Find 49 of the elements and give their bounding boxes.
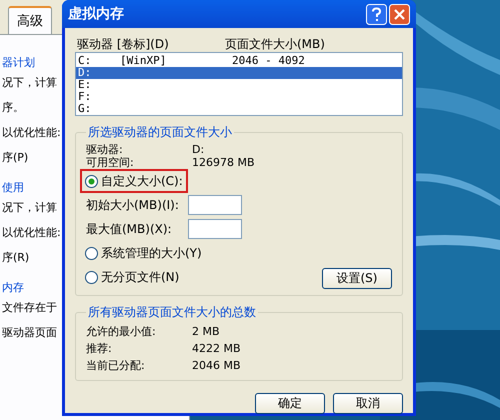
list-row[interactable]: G: bbox=[76, 103, 402, 115]
info-label: 当前已分配: bbox=[86, 358, 146, 374]
description-text: 序(R) bbox=[2, 250, 30, 265]
column-header: 页面文件大小(MB) bbox=[225, 36, 325, 52]
info-value: 2 MB bbox=[192, 324, 220, 340]
input-field[interactable] bbox=[188, 219, 242, 239]
help-icon[interactable] bbox=[366, 4, 387, 24]
field-label: 初始大小(MB)(I): bbox=[86, 196, 180, 214]
description-text: 以优化性能: bbox=[2, 225, 61, 240]
info-value: D: bbox=[192, 143, 204, 156]
tab[interactable]: 高级 bbox=[8, 6, 52, 34]
cancel-button[interactable]: 取消 bbox=[333, 393, 403, 414]
radio-label: 无分页文件(N) bbox=[101, 268, 180, 286]
info-value: 126978 MB bbox=[192, 156, 255, 169]
close-icon[interactable] bbox=[389, 4, 410, 24]
section-heading: 使用 bbox=[2, 180, 24, 195]
section-heading: 内存 bbox=[2, 280, 24, 295]
radio-button[interactable] bbox=[85, 174, 98, 188]
list-row[interactable]: E: bbox=[76, 79, 402, 91]
radio-button[interactable] bbox=[85, 270, 98, 284]
info-label: 驱动器: bbox=[86, 143, 124, 156]
info-label: 可用空间: bbox=[86, 156, 135, 169]
settings-button[interactable]: 设置(S) bbox=[322, 268, 392, 289]
description-text: 况下，计算 bbox=[2, 75, 57, 90]
description-text: 文件存在于 bbox=[2, 300, 57, 315]
list-row[interactable]: F: bbox=[76, 91, 402, 103]
description-text: 驱动器页面 bbox=[2, 325, 57, 340]
list-row[interactable]: C: [WinXP] 2046 - 4092 bbox=[76, 55, 402, 67]
ok-button[interactable]: 确定 bbox=[255, 393, 325, 414]
description-text: 序(P) bbox=[2, 150, 28, 165]
field-label: 最大值(MB)(X): bbox=[86, 220, 173, 238]
info-value: 4222 MB bbox=[192, 341, 241, 357]
description-text: 况下，计算 bbox=[2, 200, 57, 215]
column-header: 驱动器 [卷标](D) bbox=[77, 36, 170, 52]
description-text: 以优化性能: bbox=[2, 125, 61, 140]
info-value: 2046 MB bbox=[192, 358, 241, 374]
radio-label: 系统管理的大小(Y) bbox=[101, 244, 202, 262]
section-heading: 器计划 bbox=[2, 55, 35, 70]
info-label: 允许的最小值: bbox=[86, 324, 157, 340]
radio-button[interactable] bbox=[85, 246, 98, 260]
drive-list[interactable]: C: [WinXP] 2046 - 4092 D: E: F: G: bbox=[75, 52, 403, 116]
group-title: 所选驱动器的页面文件大小 bbox=[87, 124, 233, 141]
window-title: 虚拟内存 bbox=[68, 5, 124, 23]
list-row[interactable]: D: bbox=[76, 67, 402, 79]
radio-label: 自定义大小(C): bbox=[101, 172, 183, 190]
info-label: 推荐: bbox=[86, 341, 113, 357]
description-text: 序。 bbox=[2, 100, 24, 115]
group-title: 所有驱动器页面文件大小的总数 bbox=[87, 304, 257, 321]
input-field[interactable] bbox=[188, 195, 242, 215]
